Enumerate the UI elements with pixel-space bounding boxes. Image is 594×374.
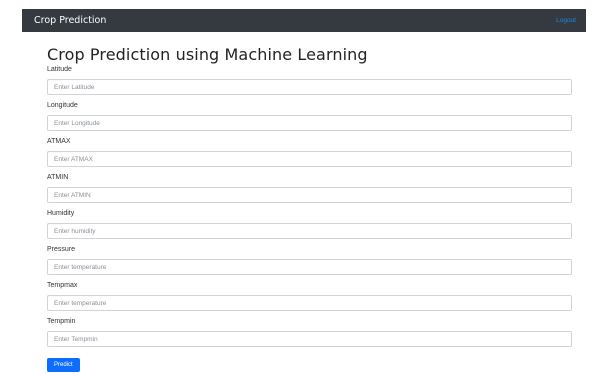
tempmax-label: Tempmax	[47, 282, 78, 289]
longitude-input[interactable]	[47, 115, 572, 131]
tempmin-label: Tempmin	[47, 318, 76, 325]
humidity-input[interactable]	[47, 223, 572, 239]
atmax-label: ATMAX	[47, 138, 71, 145]
pressure-field: Pressure	[47, 245, 572, 275]
tempmax-input[interactable]	[47, 295, 572, 311]
page-title: Crop Prediction using Machine Learning	[47, 45, 368, 64]
atmax-field: ATMAX	[47, 137, 572, 167]
pressure-label: Pressure	[47, 246, 76, 253]
main-content: Crop Prediction using Machine Learning L…	[47, 45, 572, 372]
page: Crop Prediction Logout Crop Prediction u…	[0, 0, 594, 374]
atmin-field: ATMIN	[47, 173, 572, 203]
latitude-label: Latitude	[47, 66, 72, 73]
humidity-field: Humidity	[47, 209, 572, 239]
logout-link[interactable]: Logout	[556, 17, 576, 24]
atmin-input[interactable]	[47, 187, 572, 203]
navbar-brand[interactable]: Crop Prediction	[34, 15, 106, 26]
prediction-form: Latitude Longitude ATMAX ATMIN Humidity	[47, 65, 572, 372]
tempmin-field: Tempmin	[47, 317, 572, 347]
navbar: Crop Prediction Logout	[22, 9, 586, 32]
humidity-label: Humidity	[47, 210, 75, 217]
atmax-input[interactable]	[47, 151, 572, 167]
latitude-input[interactable]	[47, 79, 572, 95]
longitude-field: Longitude	[47, 101, 572, 131]
longitude-label: Longitude	[47, 102, 78, 109]
tempmax-field: Tempmax	[47, 281, 572, 311]
latitude-field: Latitude	[47, 65, 572, 95]
tempmin-input[interactable]	[47, 331, 572, 347]
atmin-label: ATMIN	[47, 174, 69, 181]
pressure-input[interactable]	[47, 259, 572, 275]
predict-button[interactable]: Predict	[47, 358, 80, 372]
